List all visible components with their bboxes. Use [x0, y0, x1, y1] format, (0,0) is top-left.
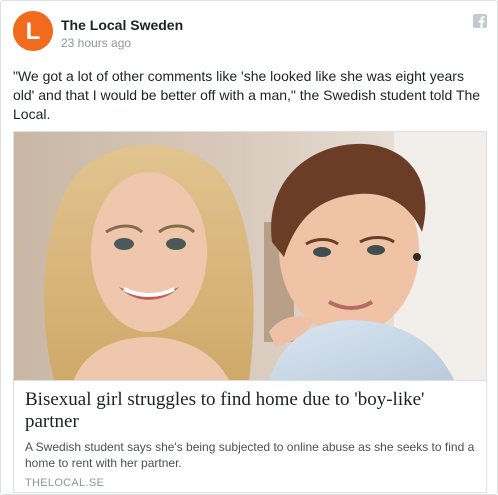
post-message: "We got a lot of other comments like 'sh…	[13, 68, 481, 122]
facebook-icon[interactable]	[473, 14, 487, 28]
page-avatar[interactable]: L	[13, 11, 53, 51]
link-description: A Swedish student says she's being subje…	[25, 440, 475, 470]
page-name-link[interactable]: The Local Sweden	[61, 17, 183, 33]
photo-two-women	[14, 132, 486, 380]
link-preview-info[interactable]: Bisexual girl struggles to find home due…	[14, 380, 486, 492]
post-header: L The Local Sweden 23 hours ago	[13, 11, 487, 55]
post-timestamp[interactable]: 23 hours ago	[61, 36, 131, 50]
avatar-letter: L	[26, 18, 41, 45]
link-preview-card[interactable]: Bisexual girl struggles to find home due…	[13, 131, 487, 493]
link-domain: THELOCAL.SE	[25, 477, 105, 489]
the-local-logo-icon: L	[13, 11, 53, 51]
facebook-post: L The Local Sweden 23 hours ago "We got …	[0, 0, 498, 495]
link-preview-image[interactable]	[14, 132, 486, 380]
link-title[interactable]: Bisexual girl struggles to find home due…	[25, 389, 475, 433]
